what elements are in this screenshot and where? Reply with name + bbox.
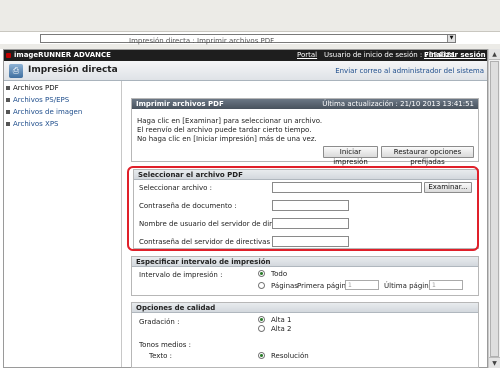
vertical-scrollbar[interactable]: ▲ ▼ xyxy=(488,49,500,368)
canon-logo-icon xyxy=(6,53,11,58)
scroll-up-icon[interactable]: ▲ xyxy=(489,49,500,60)
range-label: Intervalo de impresión : xyxy=(139,271,223,279)
range-pages-label: Páginas xyxy=(271,282,298,290)
instruction-line: Haga clic en [Examinar] para seleccionar… xyxy=(137,117,323,125)
browser-toolbar xyxy=(0,0,500,32)
range-all-label: Todo xyxy=(271,270,288,278)
print-panel-title: Imprimir archivos PDF Última actualizació… xyxy=(132,99,478,109)
bullet-icon xyxy=(6,122,10,126)
bullet-icon xyxy=(6,86,10,90)
text-resolution-label: Resolución xyxy=(271,352,309,360)
policy-password-label: Contraseña del servidor de directivas : xyxy=(139,238,275,246)
gradation-high1-label: Alta 1 xyxy=(271,316,292,324)
file-path-input[interactable] xyxy=(272,182,422,193)
portal-link[interactable]: Portal xyxy=(297,50,317,61)
range-all-radio[interactable] xyxy=(258,270,265,277)
sidebar-item-ps-eps[interactable]: Archivos PS/EPS xyxy=(6,96,69,104)
policy-password-input[interactable] xyxy=(272,236,349,247)
sidebar-item-pdf[interactable]: Archivos PDF xyxy=(6,84,59,92)
instruction-line: El reenvío del archivo puede tardar cier… xyxy=(137,126,312,134)
mail-admin-link[interactable]: Enviar correo al administrador del siste… xyxy=(335,67,484,75)
file-label: Seleccionar archivo : xyxy=(139,184,213,192)
halftones-label: Tonos medios : xyxy=(139,341,191,349)
sidebar-item-xps[interactable]: Archivos XPS xyxy=(6,120,59,128)
text-label: Texto : xyxy=(149,352,173,360)
gradation-high2-radio[interactable] xyxy=(258,325,265,332)
last-page-input[interactable]: 1 xyxy=(429,280,463,290)
start-print-button[interactable]: Iniciar impresión xyxy=(323,146,378,166)
doc-password-input[interactable] xyxy=(272,200,349,211)
page-title: Impresión directa xyxy=(28,65,118,75)
logout-link[interactable]: Finalizar sesión xyxy=(424,50,486,61)
doc-password-label: Contraseña de documento : xyxy=(139,202,237,210)
breadcrumb: Impresión directa : Imprimir archivos PD… xyxy=(129,37,275,45)
first-page-input[interactable]: 1 xyxy=(345,280,379,290)
gradation-high1-radio[interactable] xyxy=(258,316,265,323)
browse-button[interactable]: Examinar... xyxy=(424,182,472,193)
last-updated: Última actualización : 21/10 2013 13:41:… xyxy=(322,100,474,108)
scroll-thumb[interactable] xyxy=(490,61,499,357)
print-range-title: Especificar intervalo de impresión xyxy=(132,257,478,267)
policy-user-input[interactable] xyxy=(272,218,349,229)
text-resolution-radio[interactable] xyxy=(258,352,265,359)
top-header: imageRUNNER ADVANCE Portal Usuario de in… xyxy=(4,50,487,61)
gradation-label: Gradación : xyxy=(139,318,180,326)
chevron-down-icon[interactable]: ▼ xyxy=(447,35,455,42)
gradation-high2-label: Alta 2 xyxy=(271,325,292,333)
page-titlebar: ⎙ Impresión directa Enviar correo al adm… xyxy=(4,61,487,81)
bullet-icon xyxy=(6,98,10,102)
brand-name: imageRUNNER ADVANCE xyxy=(14,51,111,59)
sidebar-item-image[interactable]: Archivos de imagen xyxy=(6,108,82,116)
sidebar: Archivos PDF Archivos PS/EPS Archivos de… xyxy=(4,81,122,367)
direct-print-icon: ⎙ xyxy=(9,64,23,78)
quality-title: Opciones de calidad xyxy=(132,303,478,313)
bullet-icon xyxy=(6,110,10,114)
range-pages-radio[interactable] xyxy=(258,282,265,289)
scroll-down-icon[interactable]: ▼ xyxy=(489,357,500,368)
instruction-line: No haga clic en [Iniciar impresión] más … xyxy=(137,135,317,143)
restore-defaults-button[interactable]: Restaurar opciones prefijadas xyxy=(381,146,474,166)
